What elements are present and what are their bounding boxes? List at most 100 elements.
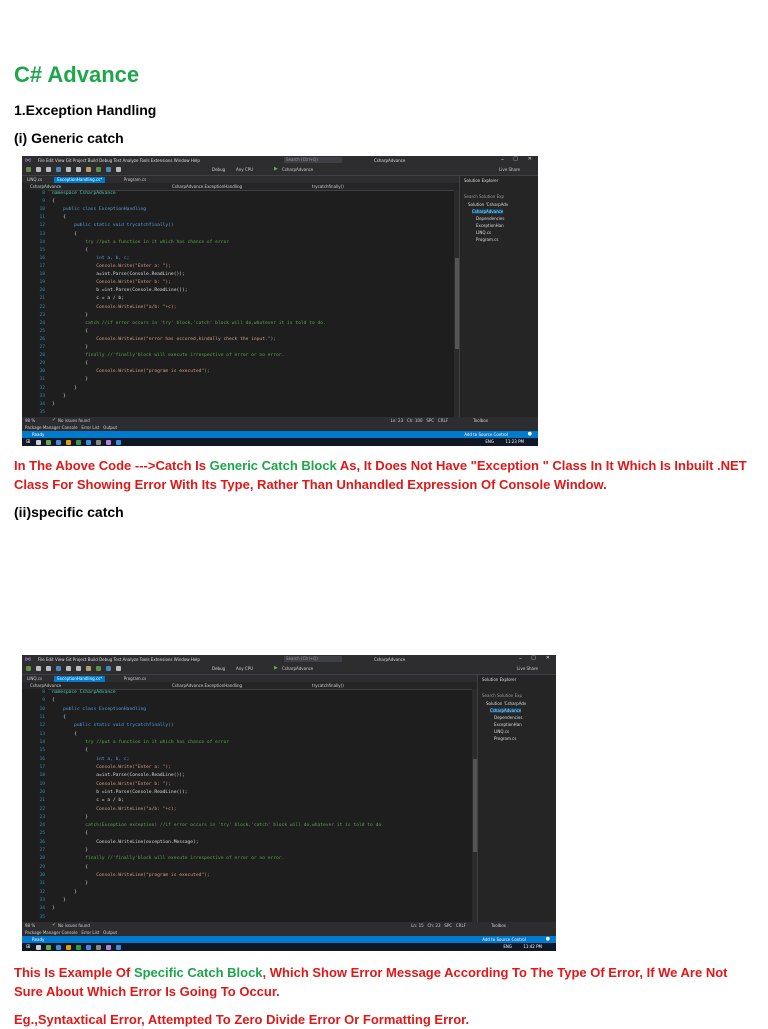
toolbar-icon[interactable] (116, 666, 121, 671)
solution-item[interactable]: CsharpAdvance (472, 209, 504, 214)
nav-project[interactable]: CsharpAdvance (30, 184, 61, 189)
menu-bar[interactable]: File Edit View Git Project Build Debug T… (38, 158, 200, 163)
solution-item[interactable]: Solution 'CsharpAdv (468, 202, 508, 207)
nav-class[interactable]: CsharpAdvance.ExceptionHandling (172, 683, 242, 688)
close-icon[interactable]: ✕ (546, 655, 550, 661)
live-share-button[interactable]: Live Share (517, 666, 538, 671)
taskbar-app-icon[interactable] (106, 945, 111, 950)
toolbar-icon[interactable] (106, 167, 111, 172)
solution-item[interactable]: LINQ.cs (476, 230, 491, 235)
toolbar-icon[interactable] (96, 666, 101, 671)
solution-search[interactable]: Search Solution Exp (464, 194, 504, 199)
taskbar-app-icon[interactable] (36, 945, 41, 950)
solution-item[interactable]: ExceptionHan (476, 223, 504, 228)
solution-search[interactable]: Search Solution Exp (482, 693, 522, 698)
line-number: 13 (39, 731, 45, 737)
search-box[interactable]: Search (Ctrl+Q) (284, 157, 342, 163)
cpu-config[interactable]: Any CPU (236, 167, 253, 172)
toolbar-icon[interactable] (26, 167, 31, 172)
toolbar-icon[interactable] (36, 167, 41, 172)
taskbar-app-icon[interactable] (56, 945, 61, 950)
nav-method[interactable]: trycatchfinally() (312, 184, 344, 189)
minimize-icon[interactable]: – (519, 655, 522, 662)
debug-config[interactable]: Debug (212, 666, 225, 671)
toolbar-icon[interactable] (36, 666, 41, 671)
toolbar-icon[interactable] (86, 167, 91, 172)
taskbar-app-icon[interactable] (96, 945, 101, 950)
run-target[interactable]: CsharpAdvance (282, 666, 313, 671)
taskbar-app-icon[interactable] (46, 945, 51, 950)
solution-item[interactable]: LINQ.cs (494, 729, 509, 734)
windows-start-icon[interactable]: ⊞ (26, 439, 30, 445)
toolbar-icon[interactable] (86, 666, 91, 671)
toolbar-icon[interactable] (56, 167, 61, 172)
taskbar-app-icon[interactable] (86, 440, 91, 445)
code-editor[interactable]: namespace CsharpAdvance { public class Ex… (48, 689, 472, 922)
nav-class[interactable]: CsharpAdvance.ExceptionHandling (172, 184, 242, 189)
toolbar-icon[interactable] (66, 666, 71, 671)
debug-config[interactable]: Debug (212, 167, 225, 172)
taskbar-app-icon[interactable] (106, 440, 111, 445)
solution-item[interactable]: CsharpAdvance (490, 708, 522, 713)
solution-item[interactable]: Program.cs (494, 736, 516, 741)
run-icon[interactable]: ▶ (274, 665, 278, 671)
toolbar-icon[interactable] (76, 167, 81, 172)
menu-bar[interactable]: File Edit View Git Project Build Debug T… (38, 657, 200, 662)
maximize-icon[interactable]: □ (531, 655, 536, 661)
issues-indicator[interactable]: No issues found (58, 923, 90, 928)
zoom-level[interactable]: 98 % (25, 418, 35, 423)
solution-item[interactable]: ExceptionHan (494, 722, 522, 727)
cpu-config[interactable]: Any CPU (236, 666, 253, 671)
toolbar-icon[interactable] (66, 167, 71, 172)
line-number: 31 (39, 881, 45, 887)
bottom-tabs[interactable]: Package Manager Console Error List Outpu… (25, 930, 117, 935)
toolbar-icon[interactable] (116, 167, 121, 172)
toolbar-icon[interactable] (76, 666, 81, 671)
minimize-icon[interactable]: – (501, 156, 504, 163)
toolbox-tab[interactable]: Toolbox (491, 923, 506, 928)
toolbar-icon[interactable] (46, 167, 51, 172)
solution-item[interactable]: Solution 'CsharpAdv (486, 701, 526, 706)
toolbar-icon[interactable] (46, 666, 51, 671)
nav-project[interactable]: CsharpAdvance (30, 683, 61, 688)
solution-item[interactable]: Dependencies (494, 715, 522, 720)
taskbar-app-icon[interactable] (116, 440, 121, 445)
toolbox-tab[interactable]: Toolbox (473, 418, 488, 423)
toolbar-icon[interactable] (96, 167, 101, 172)
run-target[interactable]: CsharpAdvance (282, 167, 313, 172)
close-icon[interactable]: ✕ (528, 156, 532, 162)
taskbar-app-icon[interactable] (36, 440, 41, 445)
code-line: b =int.Parse(Console.ReadLine()); (52, 288, 188, 294)
maximize-icon[interactable]: □ (513, 156, 518, 162)
toolbar-icon[interactable] (56, 666, 61, 671)
search-box[interactable]: Search (Ctrl+Q) (284, 656, 342, 662)
solution-item[interactable]: Program.cs (476, 237, 498, 242)
source-control-button[interactable]: Add to Source Control (482, 937, 526, 942)
status-ready: Ready (32, 432, 45, 437)
taskbar-app-icon[interactable] (76, 945, 81, 950)
bottom-tabs[interactable]: Package Manager Console Error List Outpu… (25, 425, 117, 430)
nav-method[interactable]: trycatchfinally() (312, 683, 344, 688)
taskbar-app-icon[interactable] (76, 440, 81, 445)
taskbar-app-icon[interactable] (66, 440, 71, 445)
live-share-button[interactable]: Live Share (499, 167, 520, 172)
taskbar-app-icon[interactable] (96, 440, 101, 445)
issues-indicator[interactable]: No issues found (58, 418, 90, 423)
run-icon[interactable]: ▶ (274, 166, 278, 172)
code-editor[interactable]: namespace CsharpAdvance { public class Ex… (48, 190, 454, 417)
taskbar-app-icon[interactable] (56, 440, 61, 445)
taskbar-app-icon[interactable] (46, 440, 51, 445)
solution-item[interactable]: Dependencies (476, 216, 504, 221)
zoom-level[interactable]: 98 % (25, 923, 35, 928)
windows-start-icon[interactable]: ⊞ (26, 944, 30, 950)
code-line: { (52, 247, 88, 253)
toolbar-icon[interactable] (106, 666, 111, 671)
source-control-button[interactable]: Add to Source Control (464, 432, 508, 437)
taskbar-app-icon[interactable] (116, 945, 121, 950)
toolbar-icon[interactable] (26, 666, 31, 671)
bell-icon[interactable]: ● (546, 936, 550, 942)
taskbar-app-icon[interactable] (66, 945, 71, 950)
taskbar-app-icon[interactable] (86, 945, 91, 950)
bell-icon[interactable]: ● (528, 431, 532, 437)
code-line: { (52, 698, 55, 704)
